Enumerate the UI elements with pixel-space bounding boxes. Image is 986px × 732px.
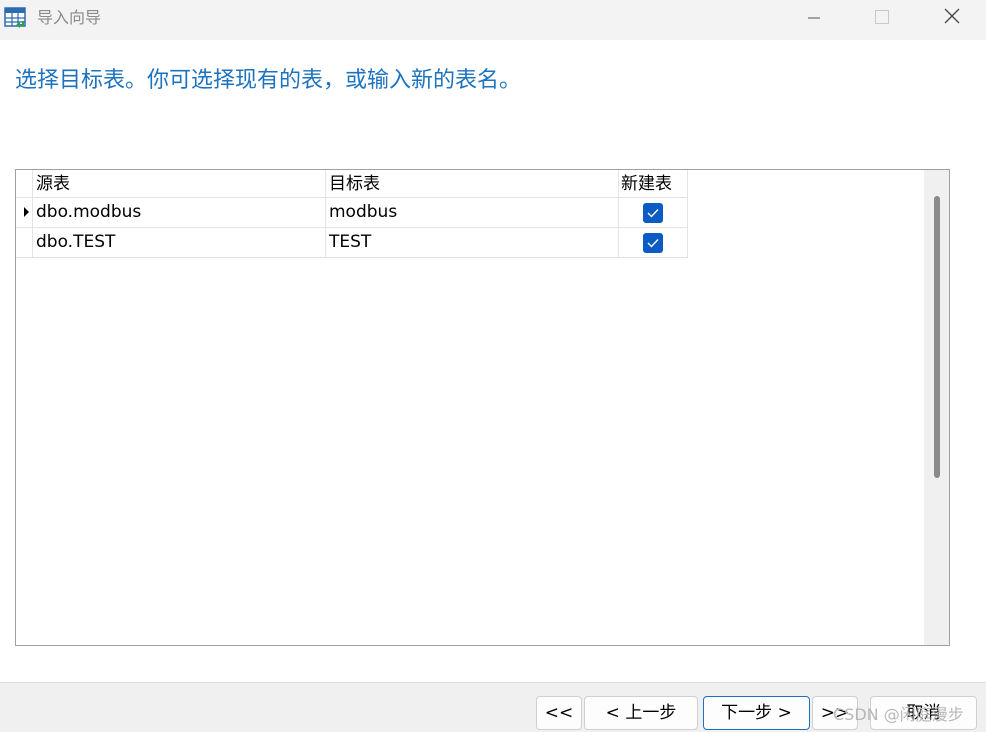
target-table-cell[interactable]: modbus	[326, 198, 619, 228]
column-header-source[interactable]: 源表	[33, 170, 326, 198]
maximize-icon	[875, 9, 889, 28]
new-table-cell	[619, 228, 688, 258]
import-wizard-window: 导入向导 选择目标表。你可选择现有的表，或输入新的表名。 源表 目标表 新建表	[0, 0, 986, 732]
page-heading: 选择目标表。你可选择现有的表，或输入新的表名。	[15, 68, 522, 93]
wizard-footer: << < 上一步 下一步 > >> 取消 CSDN @闲庭漫步	[0, 682, 986, 732]
table-mapping-grid[interactable]: 源表 目标表 新建表 dbo.modbus modbus dbo.TEST TE…	[15, 169, 950, 646]
minimize-button[interactable]	[780, 0, 848, 36]
title-bar: 导入向导	[0, 0, 986, 40]
row-selector[interactable]	[16, 198, 33, 228]
minimize-icon	[808, 9, 820, 28]
first-step-button[interactable]: <<	[536, 696, 582, 730]
window-title: 导入向导	[37, 8, 102, 27]
new-table-checkbox[interactable]	[643, 202, 663, 223]
scrollbar-thumb[interactable]	[934, 196, 940, 478]
watermark: CSDN @闲庭漫步	[833, 705, 964, 724]
previous-step-button[interactable]: < 上一步	[584, 696, 698, 730]
close-button[interactable]	[918, 0, 986, 36]
target-table-cell[interactable]: TEST	[326, 228, 619, 258]
next-step-button[interactable]: 下一步 >	[703, 696, 810, 730]
source-table-cell[interactable]: dbo.TEST	[33, 228, 326, 258]
maximize-button[interactable]	[848, 0, 916, 36]
row-selector[interactable]	[16, 228, 33, 258]
new-table-checkbox[interactable]	[643, 232, 663, 253]
source-table-cell[interactable]: dbo.modbus	[33, 198, 326, 228]
current-row-icon	[24, 207, 29, 217]
table-import-icon	[4, 6, 28, 30]
column-header-new-table[interactable]: 新建表	[619, 170, 688, 198]
vertical-scrollbar[interactable]	[924, 170, 949, 645]
column-header-target[interactable]: 目标表	[326, 170, 619, 198]
table-row[interactable]: dbo.modbus modbus	[16, 198, 688, 228]
table-row[interactable]: dbo.TEST TEST	[16, 228, 688, 258]
new-table-cell	[619, 198, 688, 228]
row-header-corner	[16, 170, 33, 198]
grid-header-row: 源表 目标表 新建表	[16, 170, 688, 198]
close-icon	[944, 8, 960, 28]
grid-body: 源表 目标表 新建表 dbo.modbus modbus dbo.TEST TE…	[16, 170, 688, 258]
